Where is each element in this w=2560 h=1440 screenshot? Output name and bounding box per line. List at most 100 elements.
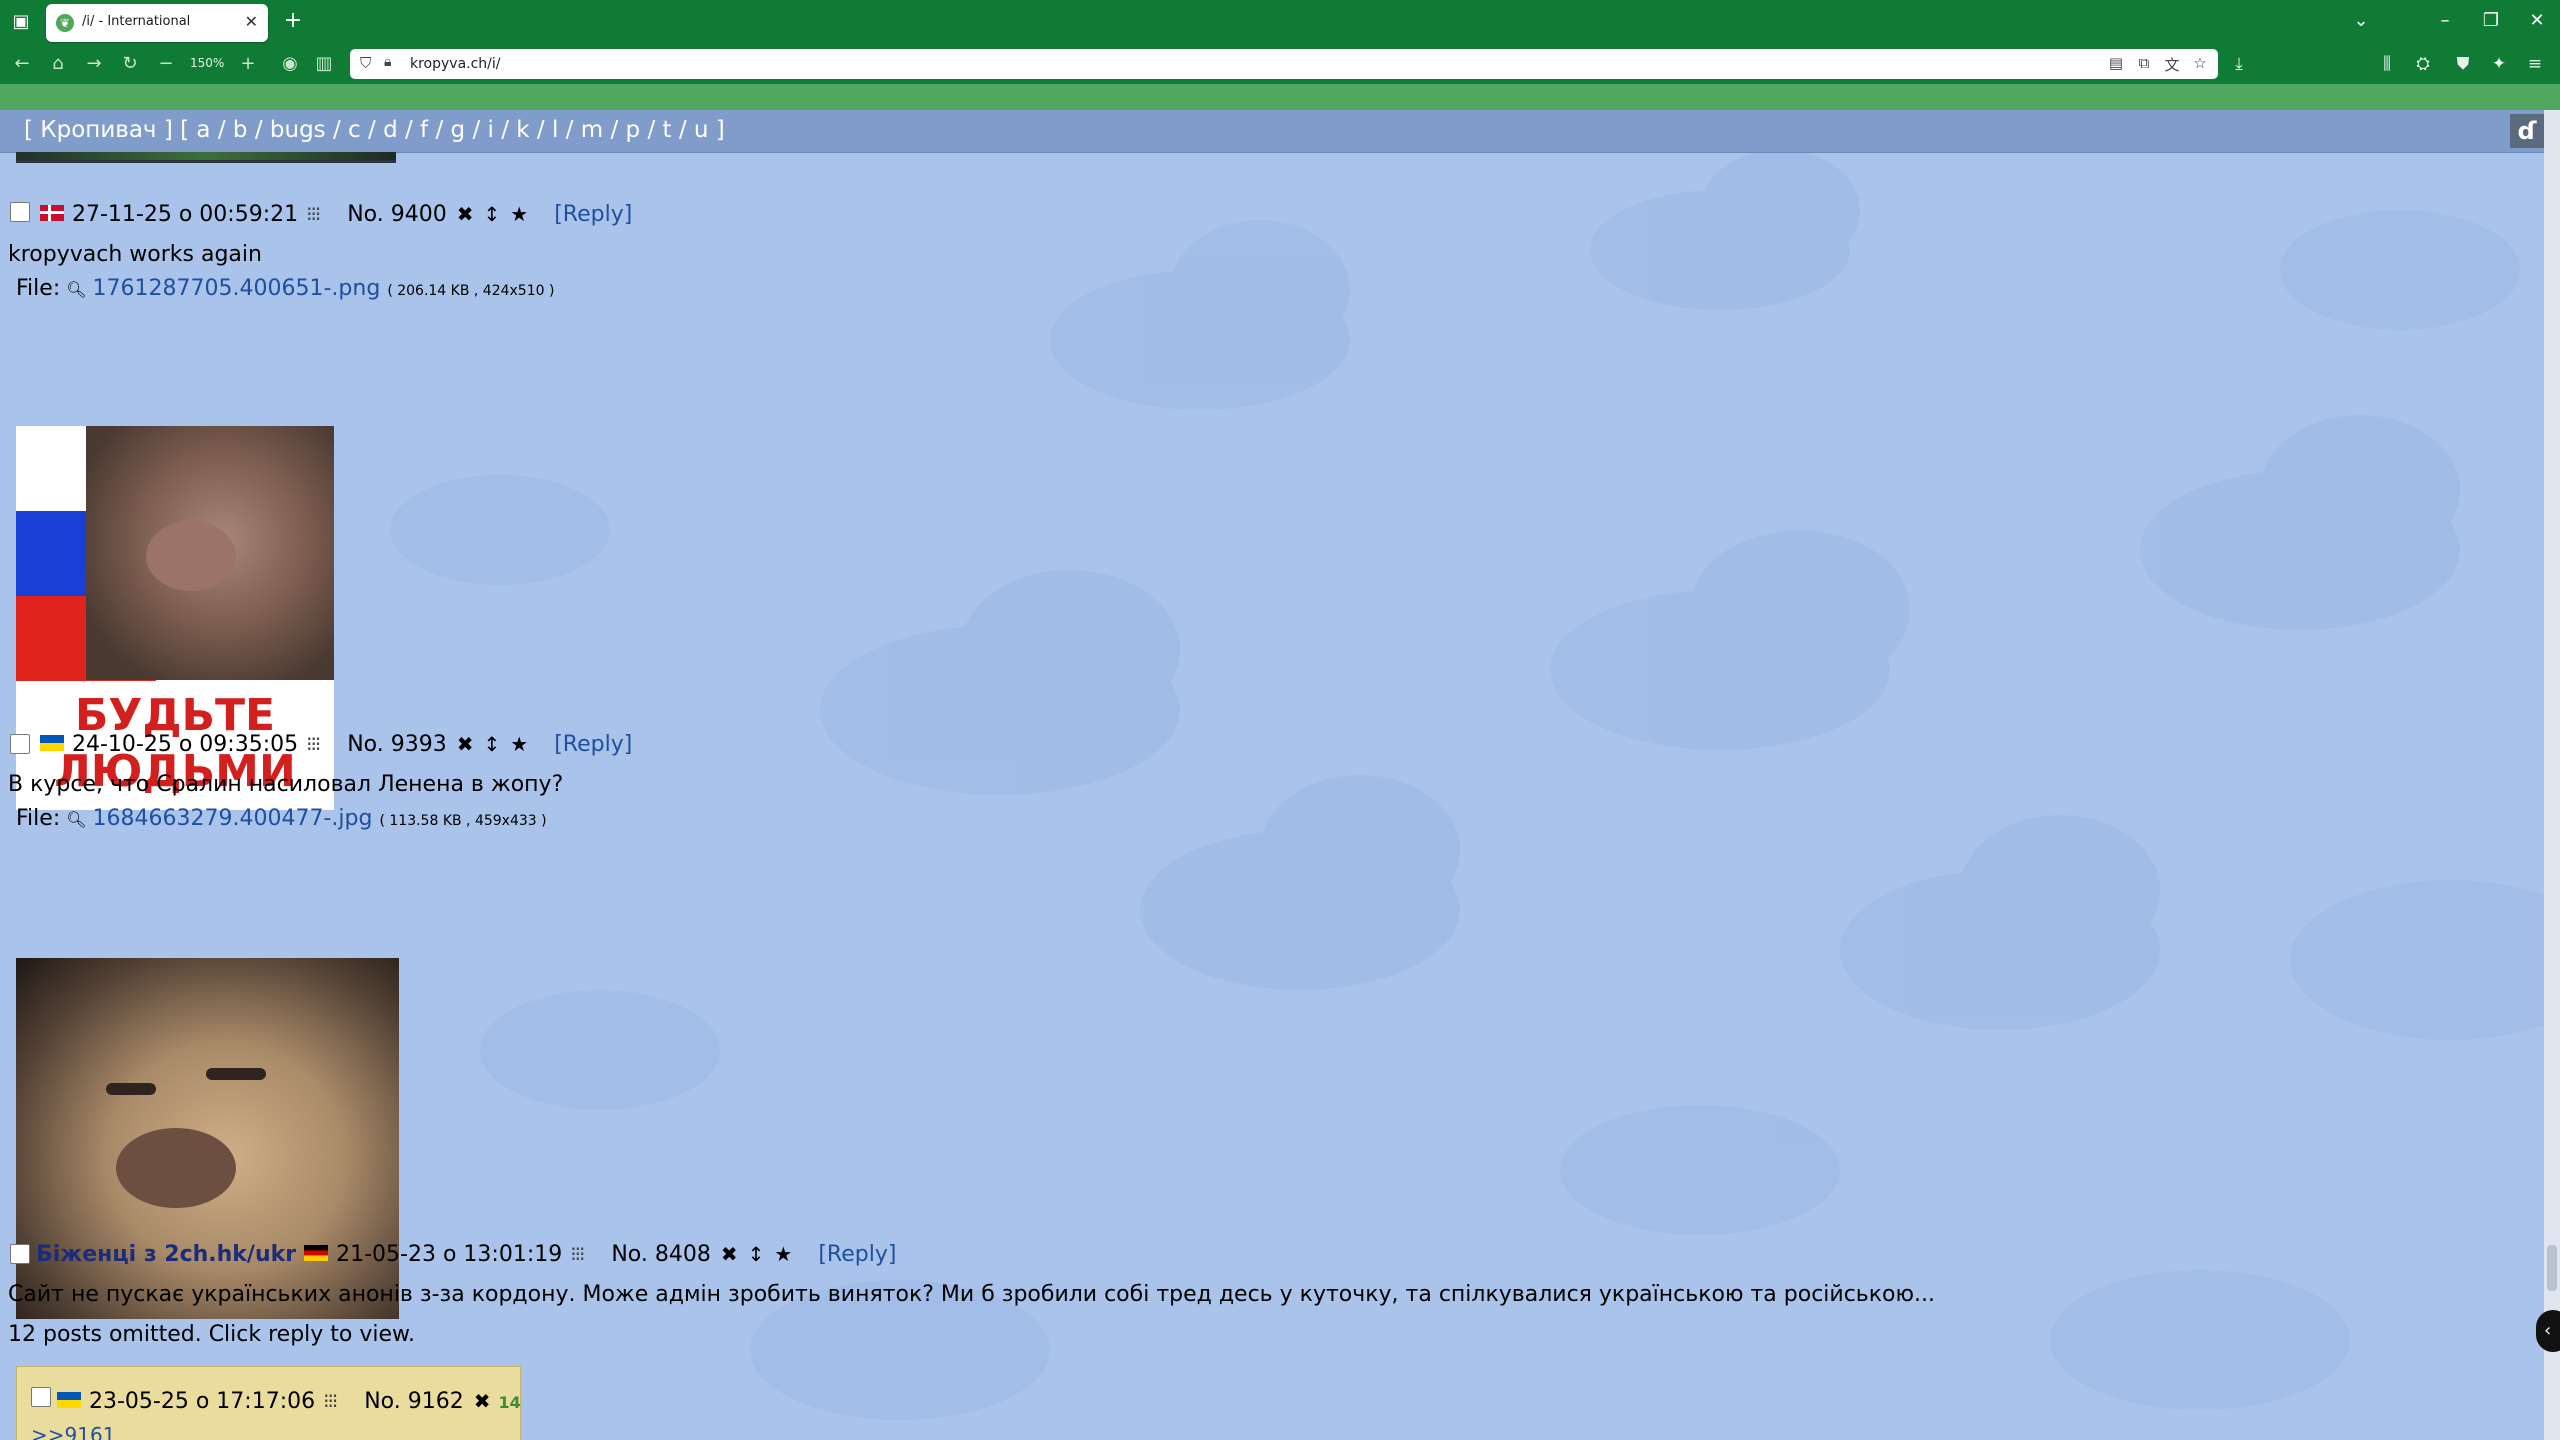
move-post-icon[interactable]: ↕ bbox=[484, 202, 501, 226]
sidebar-toggle-icon[interactable]: ▥ bbox=[310, 50, 338, 78]
tab-title: /i/ - International bbox=[82, 14, 191, 29]
post-number[interactable]: 9400 bbox=[391, 202, 447, 227]
page-top-strip bbox=[0, 84, 2560, 110]
file-label: File: bbox=[16, 276, 61, 301]
account-icon[interactable]: ⛭ bbox=[2408, 50, 2438, 78]
restore-window-icon[interactable]: ❐ bbox=[2476, 8, 2506, 34]
zoom-out-icon[interactable]: − bbox=[152, 50, 180, 78]
post-date: 23-05-25 о 17:17:06 bbox=[89, 1389, 316, 1414]
magnifier-icon[interactable]: 🔍︎ bbox=[66, 810, 86, 829]
close-window-icon[interactable]: ✕ bbox=[2522, 8, 2552, 34]
hide-post-icon[interactable]: ✖ bbox=[457, 732, 474, 756]
drag-handle-icon[interactable]: ⁝⁝⁝ bbox=[323, 1389, 338, 1413]
board-link-1[interactable]: b bbox=[233, 117, 248, 143]
side-panel-toggle-icon[interactable]: ‹ bbox=[2536, 1310, 2560, 1352]
board-link-0[interactable]: a bbox=[196, 117, 210, 143]
previous-post-image-edge[interactable] bbox=[16, 152, 396, 163]
favorite-star-icon[interactable]: ★ bbox=[510, 732, 528, 756]
zoom-in-icon[interactable]: + bbox=[234, 50, 262, 78]
shield-icon[interactable]: ⛉ bbox=[360, 54, 371, 72]
dog-eye bbox=[206, 1068, 266, 1080]
site-logo[interactable]: ɗ bbox=[2510, 114, 2544, 148]
board-link-4[interactable]: d bbox=[383, 117, 398, 143]
library-icon[interactable]: ⫼ bbox=[2372, 50, 2402, 78]
post-select-checkbox[interactable] bbox=[10, 1244, 30, 1264]
post-select-checkbox[interactable] bbox=[10, 202, 30, 222]
tab-list-icon[interactable]: ▣ bbox=[8, 9, 34, 35]
ukraine-flag-icon bbox=[57, 1392, 81, 1408]
post-body: В курсе, что Сралин насиловал Ленена в ж… bbox=[8, 772, 564, 797]
bookmark-star-icon[interactable]: ☆ bbox=[2188, 54, 2212, 72]
hide-post-icon[interactable]: ✖ bbox=[721, 1242, 738, 1266]
active-tab[interactable]: ❦ /i/ - International ✕ bbox=[46, 4, 268, 42]
back-arrow-icon[interactable]: ← bbox=[8, 50, 36, 78]
menu-hamburger-icon[interactable]: ≡ bbox=[2520, 50, 2550, 78]
file-link[interactable]: 1761287705.400651-.png bbox=[93, 276, 381, 301]
favorite-star-icon[interactable]: ★ bbox=[510, 202, 528, 226]
post-number-label[interactable]: No. bbox=[364, 1389, 401, 1414]
favorite-star-icon[interactable]: ★ bbox=[774, 1242, 792, 1266]
post-number-label[interactable]: No. bbox=[347, 732, 384, 757]
board-link-13[interactable]: u bbox=[694, 117, 709, 143]
home-board-link[interactable]: Кропивач bbox=[40, 117, 156, 143]
board-link-12[interactable]: t bbox=[663, 117, 672, 143]
forward-arrow-icon[interactable]: → bbox=[80, 50, 108, 78]
board-link-8[interactable]: k bbox=[516, 117, 529, 143]
board-link-5[interactable]: f bbox=[420, 117, 428, 143]
post-body: kropyvach works again bbox=[8, 242, 262, 267]
post-number-label[interactable]: No. bbox=[347, 202, 384, 227]
tab-bar: ▣ ❦ /i/ - International ✕ + ⌄ – ❐ ✕ bbox=[0, 0, 2560, 44]
board-link-2[interactable]: bugs bbox=[270, 117, 326, 143]
post-select-checkbox[interactable] bbox=[31, 1387, 51, 1407]
drag-handle-icon[interactable]: ⁝⁝⁝ bbox=[306, 732, 321, 756]
ublock-extension-icon[interactable]: ⛊ bbox=[2448, 50, 2478, 78]
translate-icon[interactable]: 文 bbox=[2160, 54, 2184, 75]
board-link-7[interactable]: i bbox=[488, 117, 494, 143]
dog-eye bbox=[106, 1083, 156, 1095]
magnifier-icon[interactable]: 🔍︎ bbox=[66, 280, 86, 299]
drag-handle-icon[interactable]: ⁝⁝⁝ bbox=[306, 202, 321, 226]
minimize-window-icon[interactable]: – bbox=[2430, 8, 2460, 34]
move-post-icon[interactable]: ↕ bbox=[484, 732, 501, 756]
post-header: 23-05-25 о 17:17:06 ⁝⁝⁝ No. 9162 ✖ 14 bbox=[57, 1389, 521, 1414]
post-number-label[interactable]: No. bbox=[611, 1242, 648, 1267]
reader-view-icon[interactable]: ▤ bbox=[2104, 54, 2128, 72]
zoom-level[interactable]: 150% bbox=[190, 56, 224, 70]
address-bar[interactable]: ⛉ 🔒︎ kropyva.ch/i/ ▤ ⧉ 文 ☆ bbox=[350, 49, 2218, 79]
board-link-6[interactable]: g bbox=[451, 117, 466, 143]
board-link-10[interactable]: m bbox=[581, 117, 603, 143]
page-scrollbar[interactable] bbox=[2544, 110, 2560, 1440]
germany-flag-icon bbox=[304, 1245, 329, 1261]
drag-handle-icon[interactable]: ⁝⁝⁝ bbox=[570, 1242, 585, 1266]
home-icon[interactable]: ⌂ bbox=[44, 50, 72, 78]
file-link[interactable]: 1684663279.400477-.jpg bbox=[93, 806, 373, 831]
hide-post-icon[interactable]: ✖ bbox=[457, 202, 474, 226]
url-text[interactable]: kropyva.ch/i/ bbox=[410, 56, 501, 72]
screenshot-icon[interactable]: ◉ bbox=[276, 50, 304, 78]
post-number[interactable]: 8408 bbox=[655, 1242, 711, 1267]
extensions-icon[interactable]: ✦ bbox=[2484, 50, 2514, 78]
post-header: 24-10-25 о 09:35:05 ⁝⁝⁝ No. 9393 ✖ ↕ ★ [Reply] bbox=[40, 732, 632, 757]
tab-overflow-chevron-icon[interactable]: ⌄ bbox=[2346, 8, 2376, 34]
page-content: [ Кропивач ] [ a / b / bugs / c / d / f … bbox=[0, 110, 2544, 1440]
board-link-11[interactable]: p bbox=[626, 117, 641, 143]
reply-link[interactable]: [Reply] bbox=[818, 1242, 896, 1267]
post-number[interactable]: 9393 bbox=[391, 732, 447, 757]
picture-in-picture-icon[interactable]: ⧉ bbox=[2132, 54, 2156, 72]
lock-icon[interactable]: 🔒︎ bbox=[384, 54, 391, 70]
quote-link[interactable]: >>9161 bbox=[31, 1423, 115, 1440]
downloads-icon[interactable]: ⤓ bbox=[2224, 50, 2254, 78]
reply-link[interactable]: [Reply] bbox=[554, 732, 632, 757]
post-number[interactable]: 9162 bbox=[408, 1389, 464, 1414]
tab-close-icon[interactable]: ✕ bbox=[245, 12, 258, 31]
reload-icon[interactable]: ↻ bbox=[116, 50, 144, 78]
new-tab-button[interactable]: + bbox=[280, 8, 306, 34]
reply-post-9162: 23-05-25 о 17:17:06 ⁝⁝⁝ No. 9162 ✖ 14 >>9161 bbox=[16, 1366, 521, 1440]
reply-link[interactable]: [Reply] bbox=[554, 202, 632, 227]
post-select-checkbox[interactable] bbox=[10, 734, 30, 754]
move-post-icon[interactable]: ↕ bbox=[748, 1242, 765, 1266]
board-link-9[interactable]: l bbox=[552, 117, 558, 143]
scrollbar-thumb[interactable] bbox=[2547, 1245, 2557, 1291]
board-link-3[interactable]: c bbox=[348, 117, 361, 143]
hide-post-icon[interactable]: ✖ bbox=[474, 1389, 491, 1413]
